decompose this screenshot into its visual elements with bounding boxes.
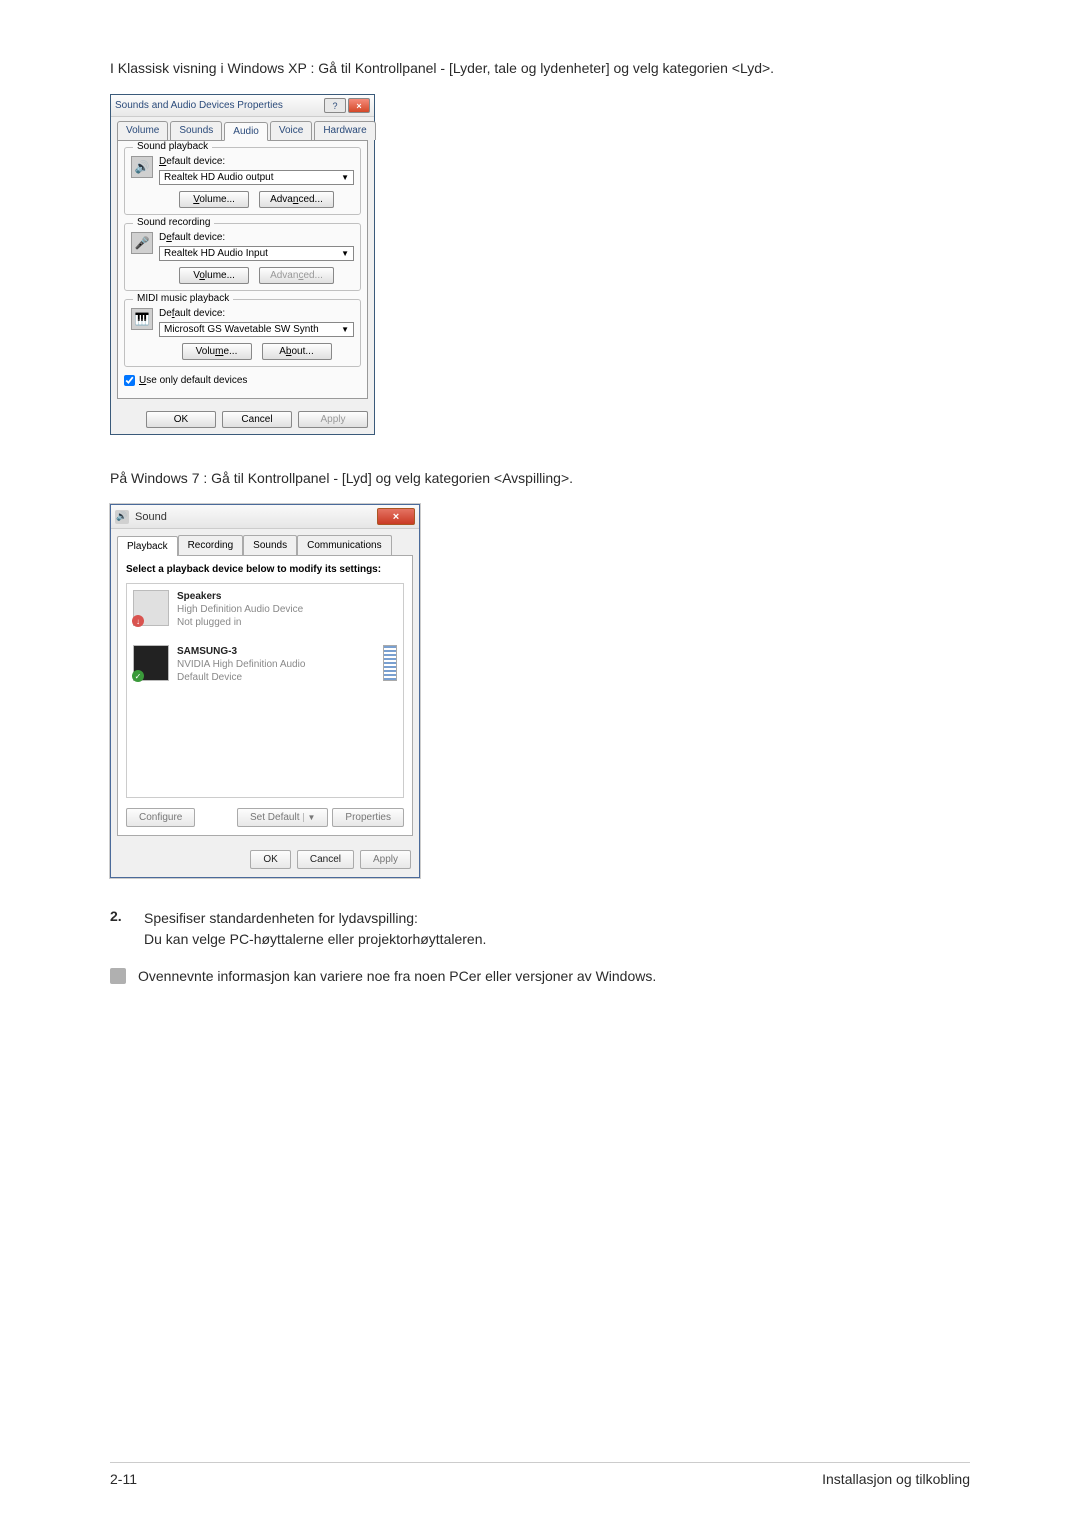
group-sound-playback: Sound playback 🔊 DDefault device:efault …	[124, 147, 361, 215]
note-text: Ovennevnte informasjon kan variere noe f…	[138, 968, 656, 984]
midi-about-button[interactable]: About...	[262, 343, 332, 360]
device-name: Speakers	[177, 590, 397, 603]
recording-device-select[interactable]: Realtek HD Audio Input ▼	[159, 246, 354, 261]
recording-advanced-button[interactable]: Advanced...	[259, 267, 334, 284]
close-icon[interactable]: ×	[377, 508, 415, 525]
device-name: SAMSUNG-3	[177, 645, 375, 658]
close-icon[interactable]: ×	[348, 98, 370, 113]
help-icon[interactable]: ?	[324, 98, 346, 113]
use-only-default-label: Use only default devices	[139, 375, 247, 386]
chevron-down-icon: ▼	[341, 325, 349, 334]
xp-titlebar: Sounds and Audio Devices Properties ? ×	[111, 95, 374, 117]
tab-communications[interactable]: Communications	[297, 535, 391, 555]
step-number: 2.	[110, 908, 130, 950]
tab-recording[interactable]: Recording	[178, 535, 244, 555]
legend-midi: MIDI music playback	[133, 293, 233, 304]
properties-button[interactable]: Properties	[332, 808, 404, 827]
page-number: 2-11	[110, 1471, 137, 1487]
recording-volume-button[interactable]: Volume...	[179, 267, 249, 284]
playback-prompt: Select a playback device below to modify…	[126, 564, 404, 575]
win7-titlebar: 🔊 Sound ×	[111, 505, 419, 529]
chevron-down-icon: ▼	[341, 249, 349, 258]
legend-playback: Sound playback	[133, 141, 212, 152]
device-status: Not plugged in	[177, 616, 397, 629]
playback-volume-button[interactable]: Volume...	[179, 191, 249, 208]
section-title: Installasjon og tilkobling	[822, 1471, 970, 1487]
tab-sounds-7[interactable]: Sounds	[243, 535, 297, 555]
step2-line1: Spesifiser standardenheten for lydavspil…	[144, 908, 970, 929]
tab-hardware[interactable]: Hardware	[314, 121, 375, 140]
group-sound-recording: Sound recording 🎤 Default device: Realte…	[124, 223, 361, 291]
ok-button[interactable]: OK	[146, 411, 216, 428]
note-icon	[110, 968, 126, 984]
page-footer: 2-11 Installasjon og tilkobling	[110, 1462, 970, 1487]
win7-dialog-title: Sound	[135, 511, 167, 523]
intro-xp-text: I Klassisk visning i Windows XP : Gå til…	[110, 60, 970, 76]
apply-button[interactable]: Apply	[298, 411, 368, 428]
tab-sounds[interactable]: Sounds	[170, 121, 222, 140]
recording-device-value: Realtek HD Audio Input	[164, 248, 268, 259]
tab-audio[interactable]: Audio	[224, 122, 268, 141]
device-samsung[interactable]: ✓ SAMSUNG-3 NVIDIA High Definition Audio…	[133, 645, 397, 684]
device-speakers[interactable]: ↓ Speakers High Definition Audio Device …	[133, 590, 397, 629]
level-meter	[383, 645, 397, 681]
recording-default-label: Default device:	[159, 232, 354, 243]
speaker-thumb-icon: ↓	[133, 590, 169, 626]
playback-device-select[interactable]: Realtek HD Audio output ▼	[159, 170, 354, 185]
microphone-icon: 🎤	[131, 232, 153, 254]
use-only-default-checkbox[interactable]	[124, 375, 135, 386]
configure-button[interactable]: Configure	[126, 808, 195, 827]
speaker-icon: 🔊	[131, 156, 153, 178]
midi-default-label: Default device:	[159, 308, 354, 319]
playback-device-value: Realtek HD Audio output	[164, 172, 274, 183]
xp-sound-properties-dialog: Sounds and Audio Devices Properties ? × …	[110, 94, 375, 435]
tab-volume[interactable]: Volume	[117, 121, 168, 140]
check-icon: ✓	[132, 670, 144, 682]
legend-recording: Sound recording	[133, 217, 214, 228]
note-block: Ovennevnte informasjon kan variere noe f…	[110, 968, 970, 984]
monitor-thumb-icon: ✓	[133, 645, 169, 681]
win7-sound-dialog: 🔊 Sound × Playback Recording Sounds Comm…	[110, 504, 420, 878]
group-midi-playback: MIDI music playback 🎹 Default device: Mi…	[124, 299, 361, 367]
midi-device-select[interactable]: Microsoft GS Wavetable SW Synth ▼	[159, 322, 354, 337]
device-driver: NVIDIA High Definition Audio	[177, 658, 375, 671]
xp-tabs: Volume Sounds Audio Voice Hardware	[111, 117, 374, 140]
cancel-button[interactable]: Cancel	[222, 411, 292, 428]
sound-icon: 🔊	[115, 510, 129, 524]
chevron-down-icon: ▼	[341, 173, 349, 182]
step-2: 2. Spesifiser standardenheten for lydavs…	[110, 908, 970, 950]
tab-playback[interactable]: Playback	[117, 536, 178, 556]
step2-line2: Du kan velge PC-høyttalerne eller projek…	[144, 929, 970, 950]
device-list[interactable]: ↓ Speakers High Definition Audio Device …	[126, 583, 404, 798]
apply-button[interactable]: Apply	[360, 850, 411, 869]
device-status: Default Device	[177, 671, 375, 684]
xp-dialog-title: Sounds and Audio Devices Properties	[115, 100, 283, 111]
down-arrow-icon: ↓	[132, 615, 144, 627]
cancel-button[interactable]: Cancel	[297, 850, 354, 869]
win7-tabs: Playback Recording Sounds Communications	[111, 529, 419, 555]
intro-win7-text: På Windows 7 : Gå til Kontrollpanel - [L…	[110, 470, 970, 486]
playback-advanced-button[interactable]: Advanced...	[259, 191, 334, 208]
midi-icon: 🎹	[131, 308, 153, 330]
ok-button[interactable]: OK	[250, 850, 290, 869]
chevron-down-icon: ▼	[303, 813, 316, 822]
tab-voice[interactable]: Voice	[270, 121, 312, 140]
playback-default-label: DDefault device:efault device:	[159, 156, 354, 167]
midi-device-value: Microsoft GS Wavetable SW Synth	[164, 324, 319, 335]
set-default-button[interactable]: Set Default▼	[237, 808, 328, 827]
device-driver: High Definition Audio Device	[177, 603, 397, 616]
midi-volume-button[interactable]: Volume...	[182, 343, 252, 360]
